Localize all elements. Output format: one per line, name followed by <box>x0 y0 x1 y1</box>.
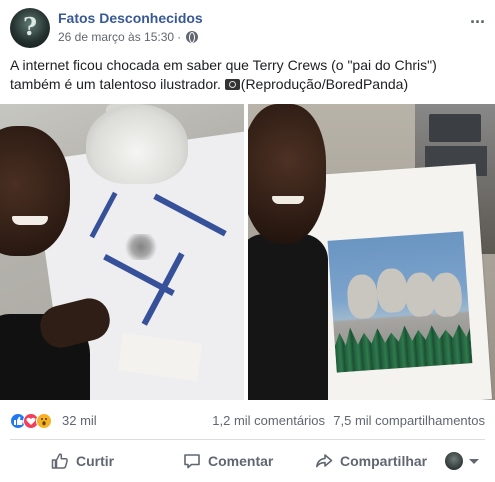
post-timestamp[interactable]: 26 de março às 15:30 <box>58 30 174 44</box>
actions-divider <box>10 439 485 440</box>
comments-count[interactable]: 1,2 mil comentários <box>212 413 325 428</box>
post-text: A internet ficou chocada em saber que Te… <box>10 56 485 94</box>
painted-face <box>346 273 380 320</box>
audience-selector[interactable] <box>445 452 479 470</box>
share-arrow-icon <box>316 454 333 468</box>
pencil-sketch <box>122 234 160 260</box>
painted-face <box>375 267 409 314</box>
comment-bubble-icon <box>184 454 200 469</box>
meta-separator: · <box>177 30 182 44</box>
page-avatar[interactable]: ? <box>10 8 50 48</box>
shares-count[interactable]: 7,5 mil compartilhamentos <box>333 413 485 428</box>
wow-reaction-icon <box>36 413 52 429</box>
post-meta: 26 de março às 15:30 · <box>58 30 199 44</box>
post-photos <box>0 104 495 400</box>
like-label: Curtir <box>76 453 115 469</box>
post-header: ? Fatos Desconhecidos 26 de março às 15:… <box>10 8 486 48</box>
painted-face <box>430 271 464 318</box>
globe-icon[interactable] <box>186 31 199 43</box>
post-actions: Curtir Comentar Compartilhar <box>10 446 485 476</box>
like-button[interactable]: Curtir <box>50 446 114 476</box>
reaction-icons[interactable] <box>10 413 52 429</box>
post-text-line-2: também é um talentoso ilustrador. (Repro… <box>10 75 485 94</box>
user-avatar <box>445 452 463 470</box>
share-button[interactable]: Compartilhar <box>314 446 427 476</box>
avatar-glyph: ? <box>22 12 38 41</box>
page-name-link[interactable]: Fatos Desconhecidos <box>58 10 203 26</box>
post-text-line-2-suffix: (Reprodução/BoredPanda) <box>240 76 409 92</box>
photo-painting[interactable] <box>248 104 495 400</box>
person-shirt <box>248 234 328 400</box>
photo-drawing-desk[interactable] <box>0 104 244 400</box>
share-label: Compartilhar <box>340 453 428 469</box>
desk-lamp <box>86 104 188 184</box>
mount-rushmore-painting <box>327 231 473 373</box>
chevron-down-icon <box>469 458 479 464</box>
more-options-icon[interactable]: ··· <box>470 12 486 33</box>
comment-label: Comentar <box>208 453 274 469</box>
person-smile <box>12 216 48 225</box>
camera-icon <box>224 79 240 90</box>
reaction-count[interactable]: 32 mil <box>62 413 97 428</box>
comment-button[interactable]: Comentar <box>182 446 273 476</box>
person-smile <box>272 196 304 204</box>
thumbs-up-icon <box>51 453 68 469</box>
shelf-box <box>429 114 481 142</box>
post-stats: 32 mil 1,2 mil comentários 7,5 mil compa… <box>10 410 485 432</box>
post-text-line-2-prefix: também é um talentoso ilustrador. <box>10 76 225 92</box>
person-face <box>248 104 326 244</box>
post-text-line-1: A internet ficou chocada em saber que Te… <box>10 57 437 73</box>
